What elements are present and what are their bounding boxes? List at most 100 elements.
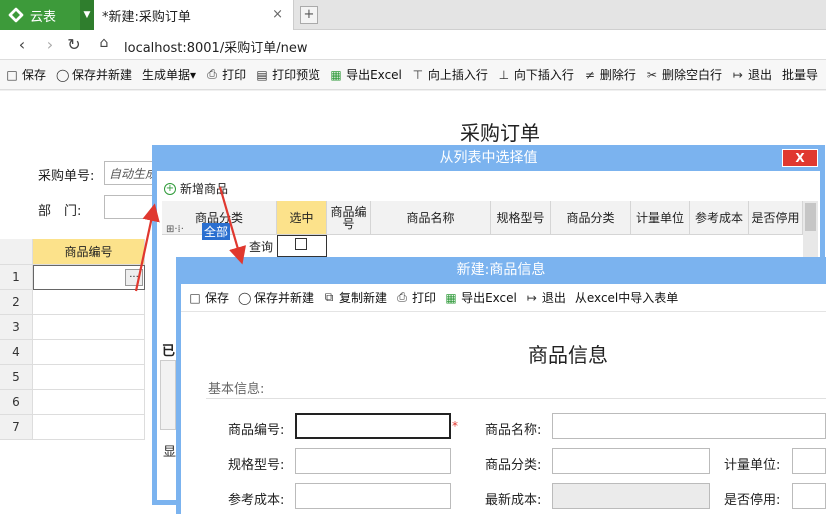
delete-row-button[interactable]: ≠ 删除行 (584, 66, 636, 83)
product-name-label: 商品名称: (485, 423, 542, 438)
spec-input[interactable] (295, 448, 451, 474)
tab-purchase-order[interactable]: *新建:采购订单 × (94, 0, 294, 30)
product-save-and-new-button[interactable]: ◯ 保存并新建 (238, 289, 314, 306)
col-header-spec[interactable]: 规格型号 (491, 201, 551, 235)
home-icon[interactable]: ⌂ (94, 35, 114, 51)
disabled-input[interactable] (792, 483, 826, 509)
product-code-cell[interactable] (33, 340, 145, 365)
category-input[interactable] (552, 448, 710, 474)
product-code-label: 商品编号: (228, 423, 285, 438)
product-info-heading: 商品信息 (528, 343, 608, 367)
generate-document-button[interactable]: 生成单据▾ (142, 66, 196, 83)
print-button[interactable]: ⎙ 打印 (206, 66, 246, 83)
product-code-cell[interactable] (33, 315, 145, 340)
row-number[interactable]: 2 (0, 290, 33, 315)
display-fragment: 显 (163, 445, 177, 460)
unit-label: 计量单位: (724, 458, 781, 473)
scrollbar-thumb[interactable] (805, 203, 816, 231)
exit-button[interactable]: ↦ 退出 (732, 66, 772, 83)
address-bar: ‹ › ↻ ⌂ localhost:8001/采购订单/new (0, 30, 826, 60)
row-number[interactable]: 5 (0, 365, 33, 390)
product-code-cell[interactable] (33, 290, 145, 315)
product-code-cell[interactable] (33, 390, 145, 415)
select-checkbox[interactable] (295, 238, 307, 250)
col-header-ref-cost[interactable]: 参考成本 (690, 201, 749, 235)
product-name-input[interactable] (552, 413, 826, 439)
ref-cost-label: 参考成本: (228, 493, 285, 508)
app-menu-dropdown-icon[interactable]: ▼ (80, 0, 94, 30)
print-preview-button[interactable]: ▤ 打印预览 (256, 66, 320, 83)
app-menu-button[interactable]: 云表 (0, 0, 80, 30)
query-button[interactable]: 查询 (249, 238, 273, 255)
product-save-button[interactable]: □ 保存 (189, 289, 229, 306)
grid-corner (0, 239, 33, 265)
add-product-button[interactable]: + 新增商品 (164, 180, 228, 197)
export-excel-button[interactable]: ▦ 导出Excel (330, 66, 401, 83)
list-scrollbar[interactable] (803, 201, 818, 257)
col-header-select[interactable]: 选中 (277, 201, 327, 235)
ref-cost-input[interactable] (295, 483, 451, 509)
row-number[interactable]: 4 (0, 340, 33, 365)
batch-import-button[interactable]: 批量导 (782, 66, 818, 83)
new-product-dialog-title: 新建:商品信息 (176, 257, 826, 284)
scissors-icon: ✂ (646, 67, 657, 82)
col-header-unit[interactable]: 计量单位 (631, 201, 690, 235)
excel-icon: ▦ (330, 67, 342, 82)
product-copy-new-button[interactable]: ⧉ 复制新建 (323, 289, 387, 306)
save-and-new-button[interactable]: ◯ 保存并新建 (56, 66, 132, 83)
row-number[interactable]: 1 (0, 265, 33, 290)
dialog-close-button[interactable]: X (782, 149, 818, 167)
product-export-excel-button[interactable]: ▦ 导出Excel (445, 289, 516, 306)
col-header-product-code[interactable]: 商品编号 (327, 201, 371, 235)
col-header-product-name[interactable]: 商品名称 (371, 201, 491, 235)
save-icon: □ (6, 67, 18, 82)
latest-cost-input (552, 483, 710, 509)
browser-tab-bar: 云表 ▼ *新建:采购订单 × + (0, 0, 826, 30)
copy-icon: ⧉ (324, 290, 334, 304)
preview-icon: ▤ (256, 67, 268, 82)
tab-close-icon[interactable]: × (272, 7, 283, 22)
forward-icon[interactable]: › (40, 35, 60, 54)
product-print-button[interactable]: ⎙ 打印 (396, 289, 436, 306)
insert-row-below-button[interactable]: ⊥ 向下插入行 (498, 66, 574, 83)
tab-title: *新建:采购订单 (102, 9, 191, 25)
row-number[interactable]: 3 (0, 315, 33, 340)
product-code-input[interactable] (295, 413, 451, 439)
back-icon[interactable]: ‹ (12, 35, 32, 54)
new-tab-button[interactable]: + (300, 6, 318, 24)
delete-row-icon: ≠ (584, 67, 595, 82)
product-code-cell[interactable] (33, 365, 145, 390)
tree-node-all[interactable]: 全部 (202, 223, 231, 240)
grid-header-product-code[interactable]: 商品编号 (33, 239, 145, 265)
order-no-label: 采购单号: (38, 169, 95, 184)
insert-below-icon: ⊥ (498, 67, 510, 82)
insert-row-above-button[interactable]: ⊤ 向上插入行 (412, 66, 488, 83)
print-icon: ⎙ (397, 290, 407, 304)
app-name: 云表 (30, 9, 57, 25)
excel-icon: ▦ (445, 290, 457, 305)
url-input[interactable]: localhost:8001/采购订单/new (124, 37, 307, 56)
selected-fragment: 已 (162, 344, 176, 359)
spec-label: 规格型号: (228, 458, 285, 473)
col-header-disabled[interactable]: 是否停用 (749, 201, 803, 235)
insert-above-icon: ⊤ (412, 67, 424, 82)
product-exit-button[interactable]: ↦ 退出 (526, 289, 566, 306)
row-number[interactable]: 7 (0, 415, 33, 440)
product-code-cell-active[interactable]: ··· (33, 265, 145, 290)
app-logo-icon (8, 7, 24, 23)
plus-circle-icon: + (164, 182, 176, 195)
row-number[interactable]: 6 (0, 390, 33, 415)
product-code-cell[interactable] (33, 415, 145, 440)
disabled-label: 是否停用: (724, 493, 781, 508)
col-header-category[interactable]: 商品分类 (551, 201, 631, 235)
select-from-list-dialog-title: 从列表中选择值 (152, 145, 825, 171)
reload-icon[interactable]: ↻ (64, 35, 84, 54)
selected-list-fragment (160, 360, 176, 430)
unit-input[interactable] (792, 448, 826, 474)
import-from-excel-button[interactable]: 从excel中导入表单 (575, 289, 678, 306)
ellipsis-button[interactable]: ··· (125, 269, 143, 286)
shield-icon: ◯ (56, 67, 70, 82)
save-button[interactable]: □ 保存 (6, 66, 46, 83)
tree-expand-icon[interactable]: ⊞·⁞· (166, 224, 184, 235)
delete-blank-rows-button[interactable]: ✂ 删除空白行 (646, 66, 722, 83)
